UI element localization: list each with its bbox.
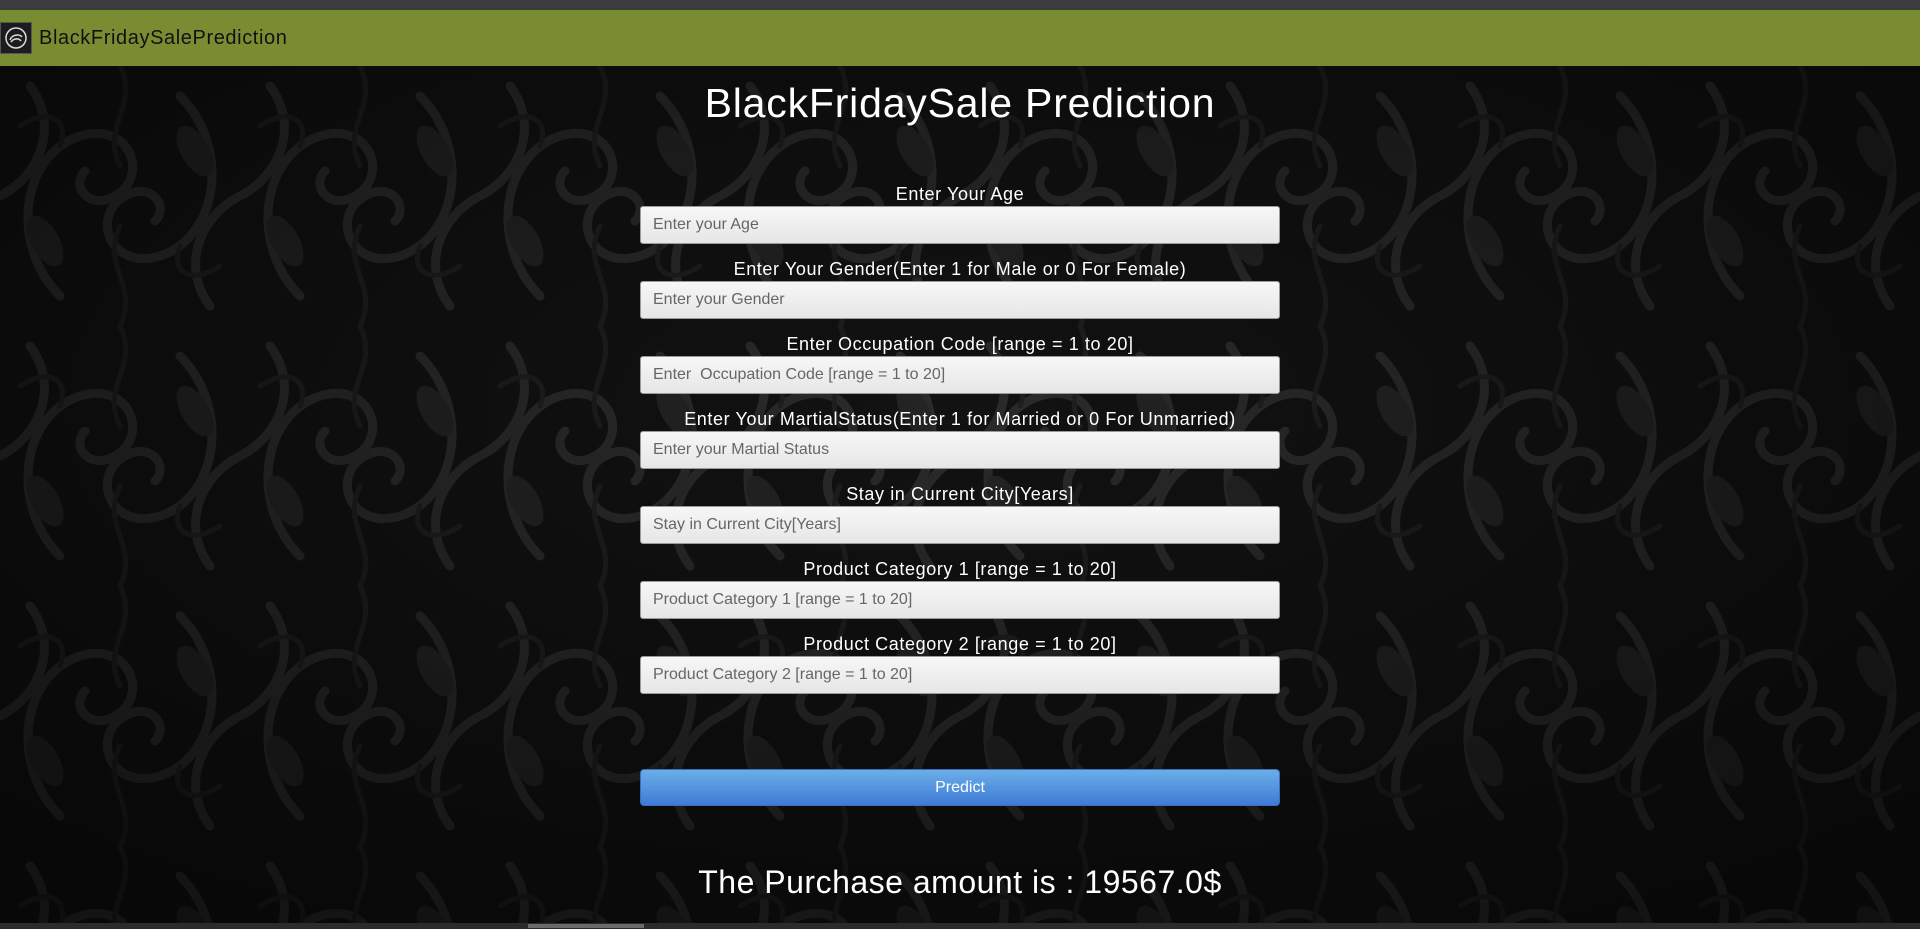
gender-field-group: Enter Your Gender(Enter 1 for Male or 0 … (640, 257, 1280, 319)
window-top-strip (0, 0, 1920, 10)
age-field-group: Enter Your Age (640, 182, 1280, 244)
product-category-1-label: Product Category 1 [range = 1 to 20] (803, 559, 1117, 579)
occupation-field-group: Enter Occupation Code [range = 1 to 20] (640, 332, 1280, 394)
marital-status-input[interactable] (640, 431, 1280, 469)
marital-status-label: Enter Your MartialStatus(Enter 1 for Mar… (684, 409, 1236, 429)
scrollbar-thumb[interactable] (528, 924, 644, 928)
product-category-2-field-group: Product Category 2 [range = 1 to 20] (640, 632, 1280, 694)
gender-label: Enter Your Gender(Enter 1 for Male or 0 … (733, 259, 1187, 279)
city-stay-label: Stay in Current City[Years] (846, 484, 1074, 504)
product-category-2-label: Product Category 2 [range = 1 to 20] (803, 634, 1117, 654)
age-input[interactable] (640, 206, 1280, 244)
product-category-1-field-group: Product Category 1 [range = 1 to 20] (640, 557, 1280, 619)
main-content: BlackFridaySale Prediction Enter Your Ag… (0, 66, 1920, 923)
app-title[interactable]: BlackFridaySalePrediction (39, 27, 287, 50)
age-label: Enter Your Age (895, 184, 1025, 204)
navbar: BlackFridaySalePrediction (0, 10, 1920, 66)
prediction-result: The Purchase amount is : 19567.0$ (698, 864, 1222, 900)
marital-status-field-group: Enter Your MartialStatus(Enter 1 for Mar… (640, 407, 1280, 469)
horizontal-scrollbar[interactable] (0, 923, 1920, 929)
product-category-1-input[interactable] (640, 581, 1280, 619)
predict-button[interactable]: Predict (640, 769, 1280, 806)
city-stay-input[interactable] (640, 506, 1280, 544)
occupation-label: Enter Occupation Code [range = 1 to 20] (786, 334, 1134, 354)
page-title: BlackFridaySale Prediction (704, 80, 1216, 126)
city-stay-field-group: Stay in Current City[Years] (640, 482, 1280, 544)
gender-input[interactable] (640, 281, 1280, 319)
product-category-2-input[interactable] (640, 656, 1280, 694)
occupation-input[interactable] (640, 356, 1280, 394)
logo-icon[interactable] (0, 22, 32, 54)
